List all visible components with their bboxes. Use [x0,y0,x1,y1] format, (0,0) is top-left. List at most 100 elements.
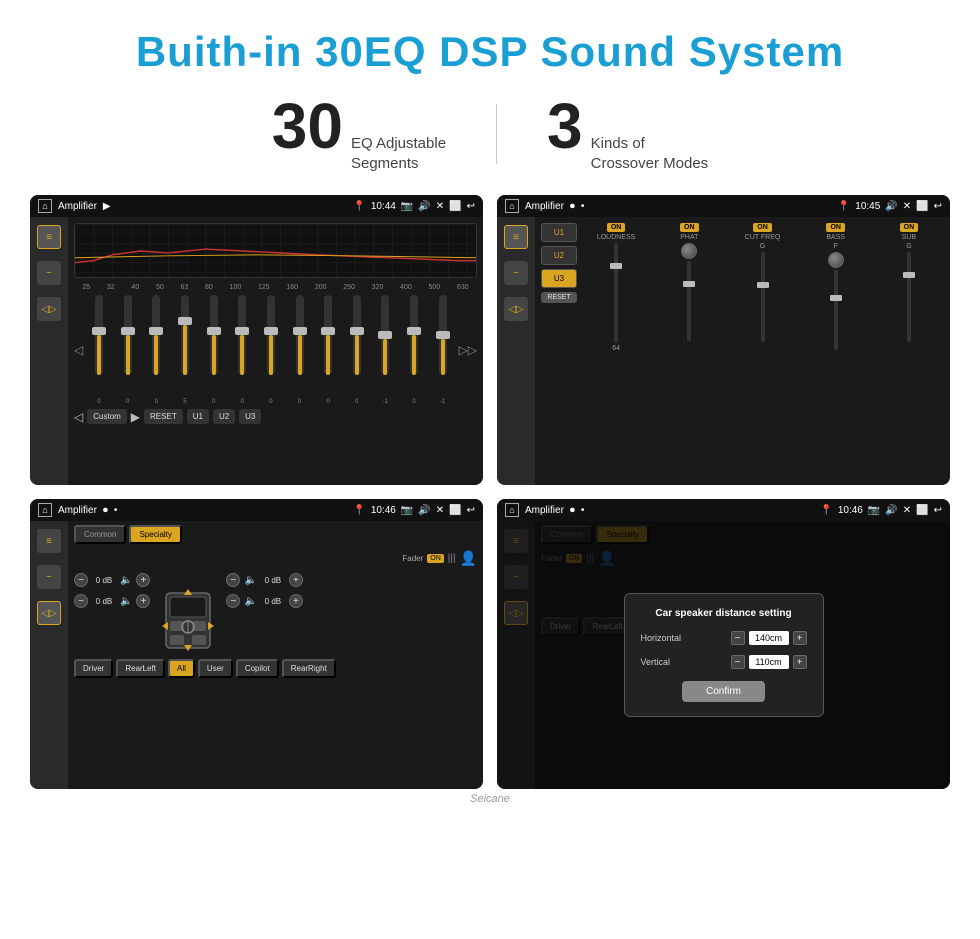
rr-plus[interactable]: + [289,594,303,608]
dialog-confirm-area: Confirm [641,681,807,702]
fl-plus[interactable]: + [136,573,150,587]
screen-content-2: ≡ ~ ◁▷ U1 U2 U3 RESET [497,217,950,485]
home-icon-3[interactable]: ⌂ [38,503,52,517]
left-arrow[interactable]: ◁ [74,343,83,357]
db-ctrl-fr: − 🔈 0 dB + [226,573,302,587]
vertical-label: Vertical [641,657,671,667]
fl-minus[interactable]: − [74,573,88,587]
prev-arrow[interactable]: ◁ [74,410,83,424]
rr-minus[interactable]: − [226,594,240,608]
u2-preset[interactable]: U2 [541,246,577,265]
slider-10: 0 [344,295,370,405]
u1-preset[interactable]: U1 [541,223,577,242]
speaker-fl-icon: 🔈 [120,575,132,586]
common-tab-3[interactable]: Common [74,525,126,544]
volume-icon-1: 🔊 [418,201,430,212]
status-left-4: ⌂ Amplifier ⏺ • [505,503,584,517]
fr-plus[interactable]: + [289,573,303,587]
eq-icon-1[interactable]: ≡ [37,225,61,249]
ch-slider-loudness[interactable] [614,243,618,343]
ch-label-cutfreq: CUT FREQ [745,234,781,241]
specialty-tab-3[interactable]: Specialty [129,525,181,544]
ch-slider-cutfreq[interactable] [761,252,765,342]
on-sub: ON [900,223,919,232]
ch-sub: ON SUB G [874,223,944,479]
vol-icon-3: 🔊 [418,505,430,516]
right-arrow[interactable]: ▷▷ [459,343,477,357]
record-icon-4: ⏺ [570,505,575,516]
left-controls: − 0 dB 🔈 + − 0 dB 🔈 + [74,573,150,611]
phat-knob[interactable] [681,243,697,259]
vertical-row: Vertical − 110cm + [641,655,807,669]
wave-icon-3[interactable]: ~ [37,565,61,589]
reset-btn-1[interactable]: RESET [144,409,183,424]
app-name-1: Amplifier [58,201,97,212]
fr-minus[interactable]: − [226,573,240,587]
horizontal-minus[interactable]: − [731,631,745,645]
u1-btn-1[interactable]: U1 [187,409,209,424]
stat-crossover: 3 Kinds of Crossover Modes [497,94,758,173]
on-loudness: ON [607,223,626,232]
horizontal-label: Horizontal [641,633,682,643]
next-arrow[interactable]: ▶ [131,410,140,424]
u3-btn-1[interactable]: U3 [239,409,261,424]
eq-icon-3[interactable]: ≡ [37,529,61,553]
horizontal-plus[interactable]: + [793,631,807,645]
eq-icon-2[interactable]: ≡ [504,225,528,249]
sidebar-2: ≡ ~ ◁▷ [497,217,535,485]
speaker-fr-icon: 🔈 [244,575,256,586]
home-icon-1[interactable]: ⌂ [38,199,52,213]
ch-slider-bass[interactable] [834,270,838,350]
vol-icon-2b[interactable]: ◁▷ [504,297,528,321]
ch-slider-sub[interactable] [907,252,911,342]
rl-plus[interactable]: + [136,594,150,608]
rl-val: 0 dB [92,597,116,606]
driver-btn-3[interactable]: Driver [74,659,113,678]
x-icon-4: ✕ [903,505,911,516]
home-icon-4[interactable]: ⌂ [505,503,519,517]
bass-knob[interactable] [828,252,844,268]
ch-loudness: ON LOUDNESS 64 [581,223,651,479]
freq-labels: 253240506380 100125160200250320 40050063… [74,284,477,291]
mode-tabs-3: Common Specialty [74,525,477,544]
speaker-icon-3[interactable]: ◁▷ [37,601,61,625]
wave-icon-1[interactable]: ~ [37,261,61,285]
stat-crossover-number: 3 [547,94,583,158]
slider-12: 0 [401,295,427,405]
location-icon-4: 📍 [820,505,832,516]
vol-icon-1[interactable]: ◁▷ [37,297,61,321]
rearright-btn-3[interactable]: RearRight [282,659,336,678]
status-right-2: 📍 10:45 🔊 ✕ ⬜ ↩ [838,201,942,212]
dialog-title: Car speaker distance setting [641,608,807,619]
on-cutfreq: ON [753,223,772,232]
back-icon-1: ↩ [467,201,475,212]
app-name-4: Amplifier [525,505,564,516]
wave-icon-2[interactable]: ~ [504,261,528,285]
custom-btn[interactable]: Custom [87,409,127,424]
vertical-value: 110cm [749,655,789,669]
ch-label-sub: SUB [902,234,916,241]
person-icon: 👤 [460,550,477,567]
vertical-plus[interactable]: + [793,655,807,669]
status-bar-2: ⌂ Amplifier ⏺ • 📍 10:45 🔊 ✕ ⬜ ↩ [497,195,950,217]
slider-6: 0 [229,295,255,405]
window-icon-2: ⬜ [916,201,928,212]
ch-cutfreq: ON CUT FREQ G [727,223,797,479]
stat-eq-desc: EQ Adjustable Segments [351,134,446,173]
reset-btn-2[interactable]: RESET [541,292,577,303]
ch-label-bass: BASS [826,234,845,241]
u2-btn-1[interactable]: U2 [213,409,235,424]
slider-4: 5 [172,295,198,405]
record-icon-2: ⏺ [570,201,575,212]
camera-icon-3: 📷 [401,505,413,516]
rl-minus[interactable]: − [74,594,88,608]
right-controls: − 🔈 0 dB + − 🔈 0 dB + [226,573,302,611]
vol-icon-4: 🔊 [885,505,897,516]
vertical-minus[interactable]: − [731,655,745,669]
copilot-btn-3[interactable]: Copilot [236,659,279,678]
home-icon-2[interactable]: ⌂ [505,199,519,213]
slider-9: 0 [315,295,341,405]
confirm-button[interactable]: Confirm [682,681,765,702]
ch-slider-phat[interactable] [687,261,691,341]
u3-preset[interactable]: U3 [541,269,577,288]
